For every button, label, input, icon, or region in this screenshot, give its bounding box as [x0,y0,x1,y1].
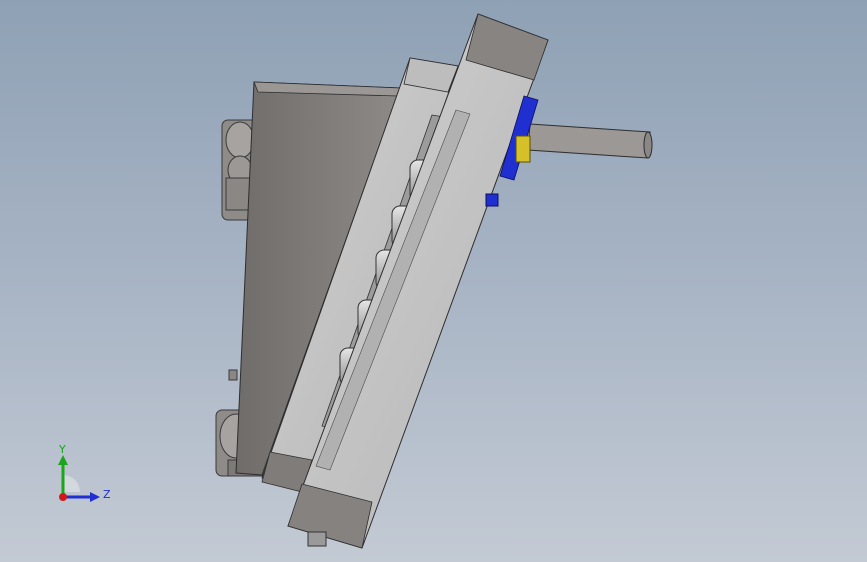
bottom-pin[interactable] [307,531,327,547]
y-axis-label: Y [58,443,66,456]
yellow-nut[interactable] [515,135,531,163]
x-axis-dot [59,493,67,501]
z-axis-arrow-icon [90,492,100,502]
z-axis-label: Z [103,488,111,501]
blue-set-screw[interactable] [485,193,499,207]
left-pin[interactable] [228,369,238,381]
triad-arc [63,475,80,492]
orientation-triad: Y Z [58,443,111,502]
y-axis-arrow-icon [58,455,68,465]
graphics-viewport[interactable]: Y Z [0,0,867,562]
guide-rod[interactable] [527,123,651,159]
cad-model[interactable] [0,0,867,562]
